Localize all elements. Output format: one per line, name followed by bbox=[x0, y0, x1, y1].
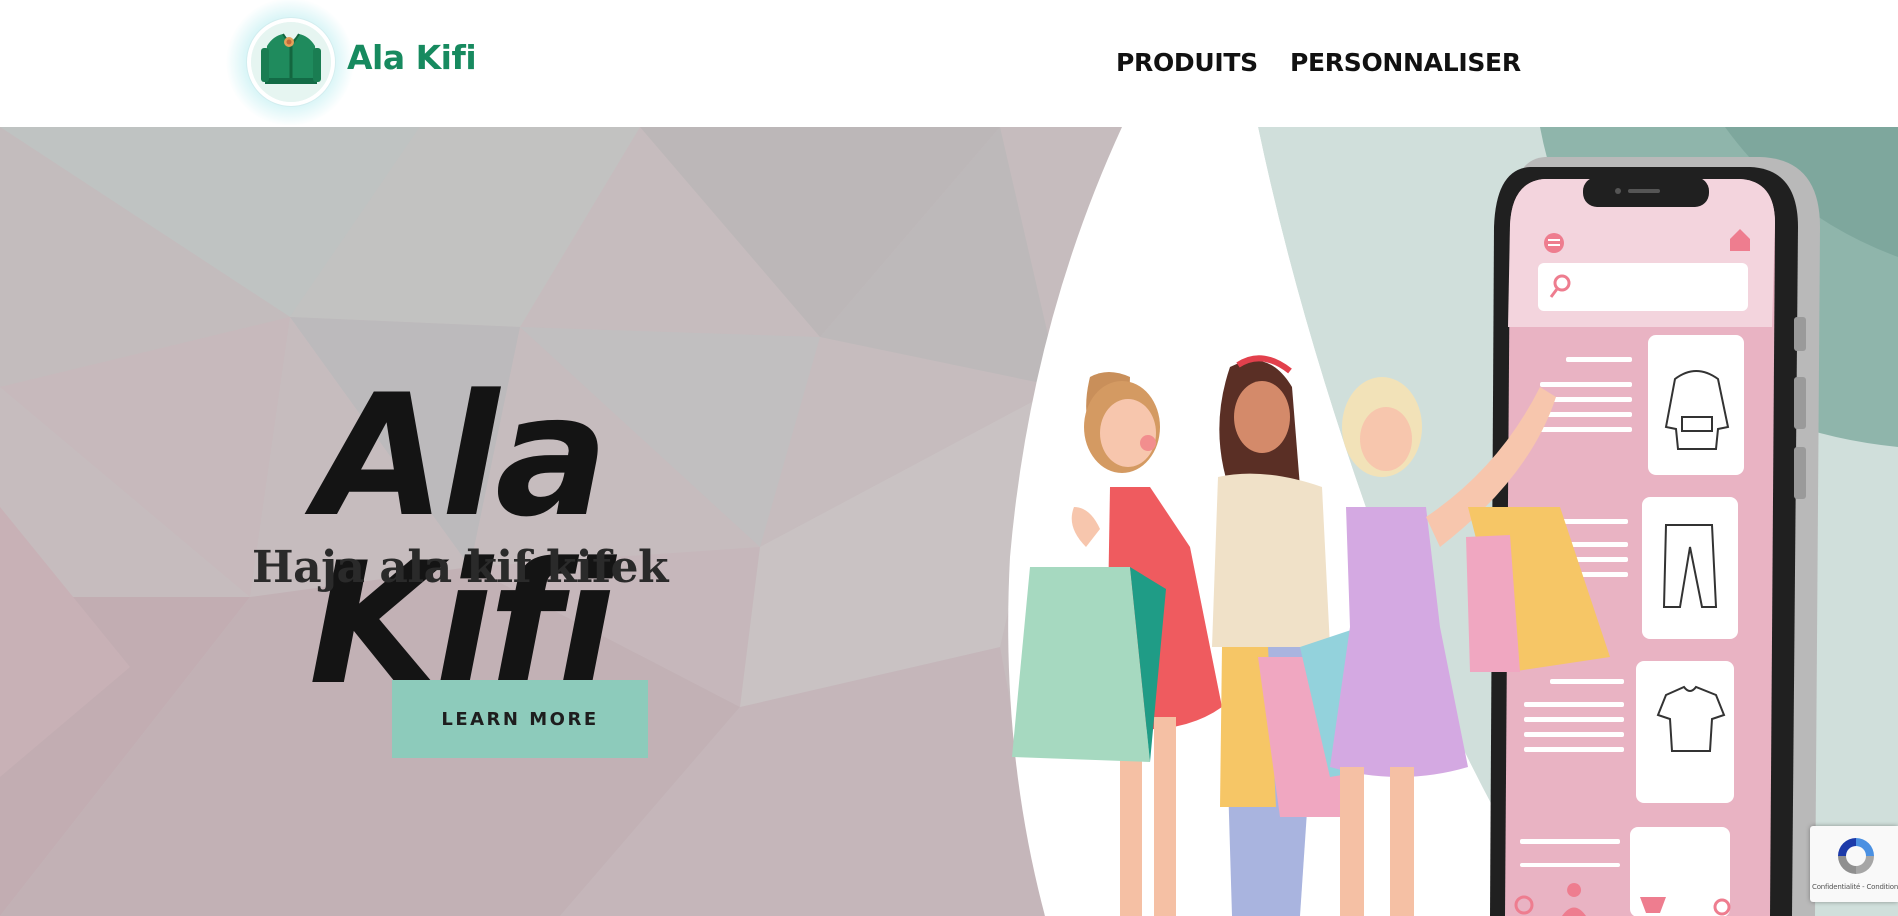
shopping-illustration bbox=[1012, 157, 1820, 916]
hoodie-logo-icon bbox=[251, 22, 331, 102]
recaptcha-icon bbox=[1838, 838, 1874, 874]
brand-name[interactable]: Ala Kifi bbox=[347, 38, 477, 77]
recaptcha-badge[interactable]: Confidentialité - Conditions bbox=[1810, 826, 1898, 902]
nav-personnaliser[interactable]: PERSONNALISER bbox=[1290, 48, 1521, 77]
site-header: Ala Kifi PRODUITS PERSONNALISER bbox=[0, 0, 1898, 127]
hero-section: Ala Kifi Haja ala kif kifek LEARN MORE bbox=[0, 127, 1898, 916]
recaptcha-links[interactable]: Confidentialité - Conditions bbox=[1812, 883, 1898, 891]
shopper-1 bbox=[1012, 372, 1222, 916]
menu-icon bbox=[1544, 233, 1564, 253]
site-logo[interactable] bbox=[247, 18, 335, 106]
nav-produits[interactable]: PRODUITS bbox=[1116, 48, 1258, 77]
